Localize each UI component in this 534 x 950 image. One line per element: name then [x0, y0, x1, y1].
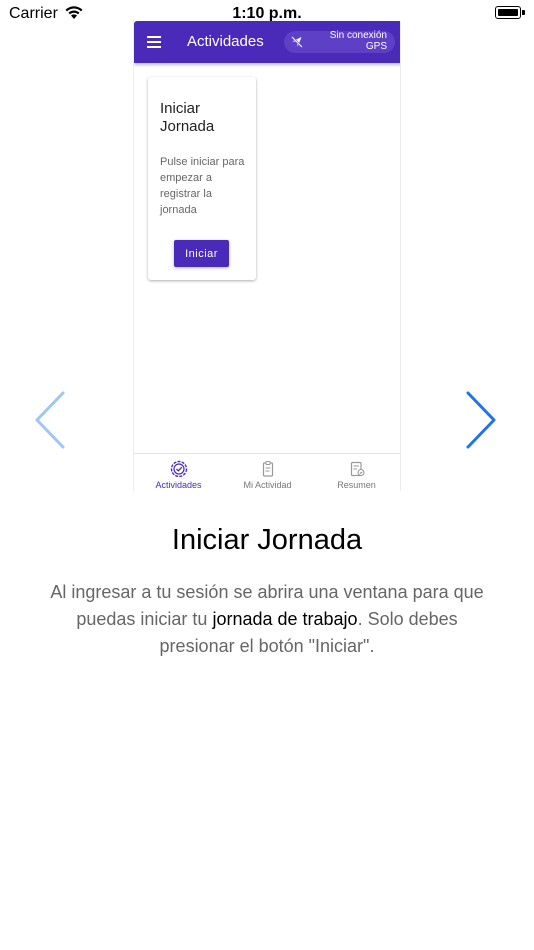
chevron-left-icon[interactable]	[32, 390, 66, 450]
gps-off-icon	[291, 36, 303, 48]
summary-icon	[350, 461, 365, 477]
nav-item-resumen[interactable]: Resumen	[312, 454, 400, 491]
app-bar: Actividades Sin conexión GPS	[134, 21, 400, 63]
check-circle-icon	[170, 460, 188, 478]
nav-label-resumen: Resumen	[337, 480, 376, 490]
gps-status-text: Sin conexión GPS	[329, 30, 387, 52]
start-shift-card: Iniciar Jornada Pulse iniciar para empez…	[148, 77, 256, 280]
battery-icon	[495, 6, 525, 19]
slide-description: Al ingresar a tu sesión se abrira una ve…	[40, 579, 494, 660]
slide-description-highlight: jornada de trabajo	[212, 609, 358, 629]
card-title: Iniciar Jornada	[160, 100, 215, 135]
nav-item-actividades[interactable]: Actividades	[134, 454, 223, 491]
bottom-nav: Actividades Mi Actividad Resumen	[134, 453, 400, 491]
nav-label-actividades: Actividades	[155, 480, 202, 490]
slide-title: Iniciar Jornada	[171, 524, 363, 556]
start-button[interactable]: Iniciar	[174, 240, 229, 267]
app-preview: Actividades Sin conexión GPS Iniciar Jor…	[133, 21, 401, 491]
card-description: Pulse iniciar para empezar a registrar l…	[160, 156, 245, 216]
nav-label-mi-actividad: Mi Actividad	[243, 480, 292, 490]
clipboard-icon	[262, 461, 274, 477]
nav-item-mi-actividad[interactable]: Mi Actividad	[223, 454, 312, 491]
chevron-right-icon[interactable]	[465, 390, 499, 450]
menu-icon[interactable]	[147, 36, 161, 48]
app-bar-title: Actividades	[187, 33, 264, 50]
gps-status-chip[interactable]: Sin conexión GPS	[284, 30, 395, 53]
